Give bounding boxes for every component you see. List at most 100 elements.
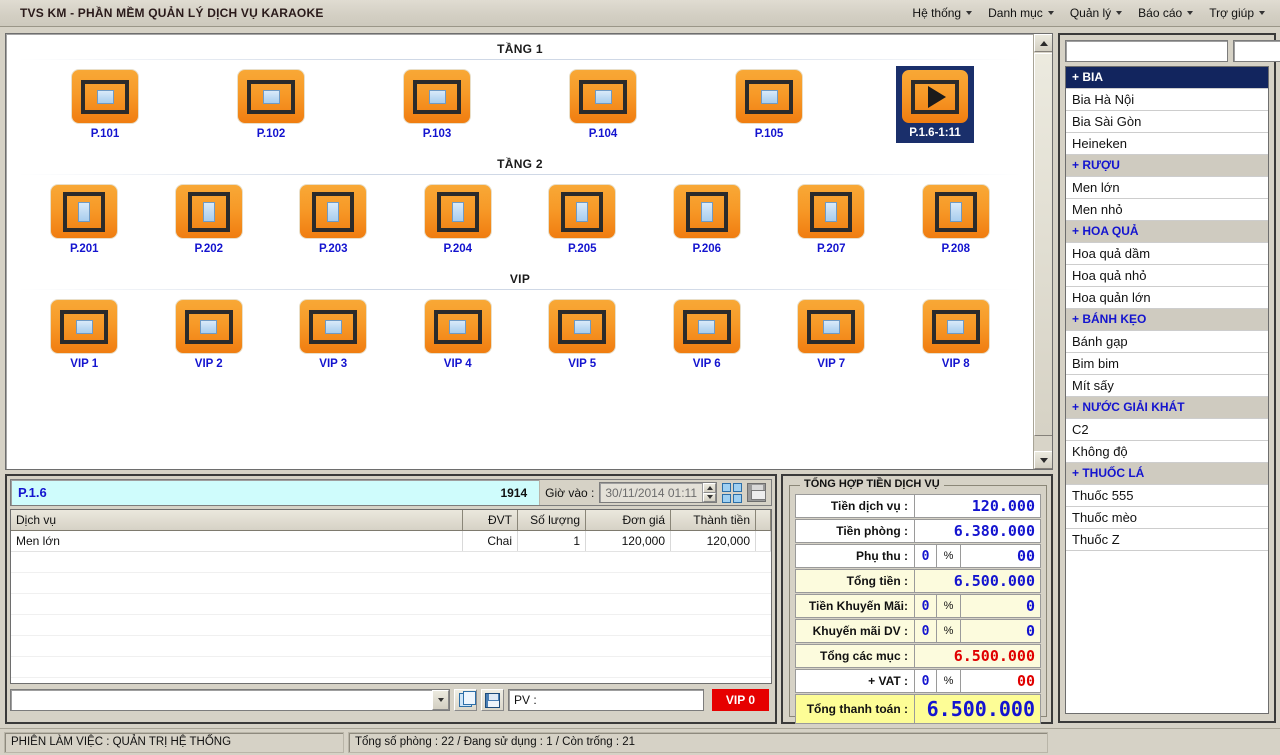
column-header-unit: ĐVT: [463, 510, 518, 530]
menu-item-1[interactable]: Danh mục: [981, 3, 1061, 23]
catalog-item[interactable]: Không độ: [1066, 441, 1268, 463]
catalog-item[interactable]: Hoa quả nhỏ: [1066, 265, 1268, 287]
percent-input[interactable]: 0: [915, 594, 937, 618]
menu-item-3[interactable]: Báo cáo: [1131, 3, 1200, 23]
room-button[interactable]: VIP 1: [45, 296, 123, 373]
catalog-group[interactable]: + BÁNH KẸO: [1066, 309, 1268, 331]
catalog-item[interactable]: Bia Sài Gòn: [1066, 111, 1268, 133]
room-button[interactable]: VIP 7: [792, 296, 870, 373]
room-free-icon: [50, 299, 119, 354]
room-button[interactable]: P.105: [730, 66, 808, 143]
duplicate-button[interactable]: [454, 689, 477, 711]
catalog-item[interactable]: Thuốc Z: [1066, 529, 1268, 551]
table-empty-row[interactable]: [11, 573, 771, 594]
screen-icon: [75, 319, 93, 334]
catalog-item[interactable]: Bánh gạp: [1066, 331, 1268, 353]
grid-view-icon[interactable]: [722, 482, 742, 503]
catalog-list[interactable]: + BIA Bia Hà Nội Bia Sài Gòn Heineken + RƯỢU…: [1065, 66, 1269, 714]
catalog-item[interactable]: Men nhỏ: [1066, 199, 1268, 221]
search-input[interactable]: [1065, 40, 1228, 62]
room-button[interactable]: P.206: [668, 181, 746, 258]
table-empty-row[interactable]: [11, 615, 771, 636]
totals-value-cell: 00: [961, 544, 1041, 568]
room-button[interactable]: P.208: [917, 181, 995, 258]
catalog-group[interactable]: + BIA: [1066, 67, 1268, 89]
pv-field[interactable]: PV :: [508, 689, 704, 711]
percent-input[interactable]: 0: [915, 669, 937, 693]
totals-row: Khuyến mãi DV : 0% 0: [795, 619, 1041, 643]
totals-row: Tiền dịch vụ : 120.000: [795, 494, 1041, 518]
room-button[interactable]: VIP 8: [917, 296, 995, 373]
catalog-item[interactable]: Bia Hà Nội: [1066, 89, 1268, 111]
floor-divider: [18, 174, 1022, 175]
room-cell: P.201: [22, 181, 147, 258]
room-button[interactable]: P.1.6-1:11: [896, 66, 974, 143]
room-button[interactable]: P.201: [45, 181, 123, 258]
scrollbar-thumb[interactable]: [1034, 53, 1052, 436]
catalog-group[interactable]: + NƯỚC GIẢI KHÁT: [1066, 397, 1268, 419]
room-free-icon: [71, 69, 139, 124]
catalog-item[interactable]: Thuốc mèo: [1066, 507, 1268, 529]
spinner-down-button[interactable]: [703, 492, 716, 502]
room-button[interactable]: VIP 4: [419, 296, 497, 373]
catalog-item[interactable]: Thuốc 555: [1066, 485, 1268, 507]
chevron-down-icon[interactable]: [432, 690, 449, 710]
scroll-up-button[interactable]: [1034, 34, 1052, 52]
catalog-item[interactable]: Mít sấy: [1066, 375, 1268, 397]
screen-icon: [947, 319, 965, 334]
room-button[interactable]: VIP 6: [668, 296, 746, 373]
room-frame: [60, 309, 109, 344]
datetime-spinner[interactable]: [702, 483, 716, 502]
room-label: P.103: [422, 128, 452, 140]
room-button[interactable]: P.102: [232, 66, 310, 143]
table-row[interactable]: Men lớn Chai 1 120,000 120,000: [11, 531, 771, 552]
room-button[interactable]: VIP 3: [294, 296, 372, 373]
service-table[interactable]: Dịch vụ ĐVT Số lượng Đơn giá Thành tiền …: [10, 509, 772, 684]
rooms-scrollbar[interactable]: [1033, 34, 1052, 469]
catalog-item[interactable]: Heineken: [1066, 133, 1268, 155]
table-empty-row[interactable]: [11, 552, 771, 573]
menu-item-4[interactable]: Trợ giúp: [1202, 3, 1272, 23]
save-button[interactable]: [481, 689, 504, 711]
room-cell: P.206: [645, 181, 770, 258]
table-empty-row[interactable]: [11, 678, 771, 683]
service-select[interactable]: [10, 689, 450, 711]
table-empty-row[interactable]: [11, 636, 771, 657]
room-button[interactable]: VIP 5: [543, 296, 621, 373]
room-button[interactable]: P.104: [564, 66, 642, 143]
room-button[interactable]: P.207: [792, 181, 870, 258]
catalog-group[interactable]: + HOA QUẢ: [1066, 221, 1268, 243]
room-button[interactable]: P.101: [66, 66, 144, 143]
scroll-down-button[interactable]: [1034, 451, 1052, 469]
catalog-group[interactable]: + RƯỢU: [1066, 155, 1268, 177]
catalog-item[interactable]: Bim bim: [1066, 353, 1268, 375]
table-empty-row[interactable]: [11, 657, 771, 678]
catalog-group[interactable]: + THUỐC LÁ: [1066, 463, 1268, 485]
rooms-panel: TẦNG 1 P.101 P.102 P.103 P.104 P.105 P.1.6-1:1…: [5, 33, 1053, 470]
percent-sign: %: [937, 594, 961, 618]
title-bar: TVS KM - PHẦN MỀM QUẢN LÝ DỊCH VỤ KARAOK…: [0, 0, 1280, 27]
checkin-datetime-field[interactable]: 30/11/2014 01:11: [599, 482, 717, 503]
save-icon[interactable]: [747, 483, 766, 502]
percent-input[interactable]: 0: [915, 619, 937, 643]
room-button[interactable]: P.205: [543, 181, 621, 258]
menu-item-2[interactable]: Quản lý: [1063, 3, 1129, 23]
totals-title: TỔNG HỢP TIỀN DỊCH VỤ: [800, 478, 944, 490]
vip-badge[interactable]: VIP 0: [712, 689, 769, 711]
room-free-icon: [237, 69, 305, 124]
table-empty-row[interactable]: [11, 594, 771, 615]
search-code-input[interactable]: [1233, 40, 1280, 62]
catalog-item[interactable]: Hoa quả dầm: [1066, 243, 1268, 265]
catalog-item[interactable]: Men lớn: [1066, 177, 1268, 199]
menu-item-0[interactable]: Hệ thống: [905, 3, 979, 23]
room-button[interactable]: P.204: [419, 181, 497, 258]
percent-input[interactable]: 0: [915, 544, 937, 568]
room-button[interactable]: P.202: [170, 181, 248, 258]
room-button[interactable]: P.103: [398, 66, 476, 143]
spinner-up-button[interactable]: [703, 483, 716, 493]
room-button[interactable]: P.203: [294, 181, 372, 258]
room-free-icon: [797, 299, 866, 354]
catalog-item[interactable]: Hoa quản lớn: [1066, 287, 1268, 309]
room-button[interactable]: VIP 2: [170, 296, 248, 373]
catalog-item[interactable]: C2: [1066, 419, 1268, 441]
